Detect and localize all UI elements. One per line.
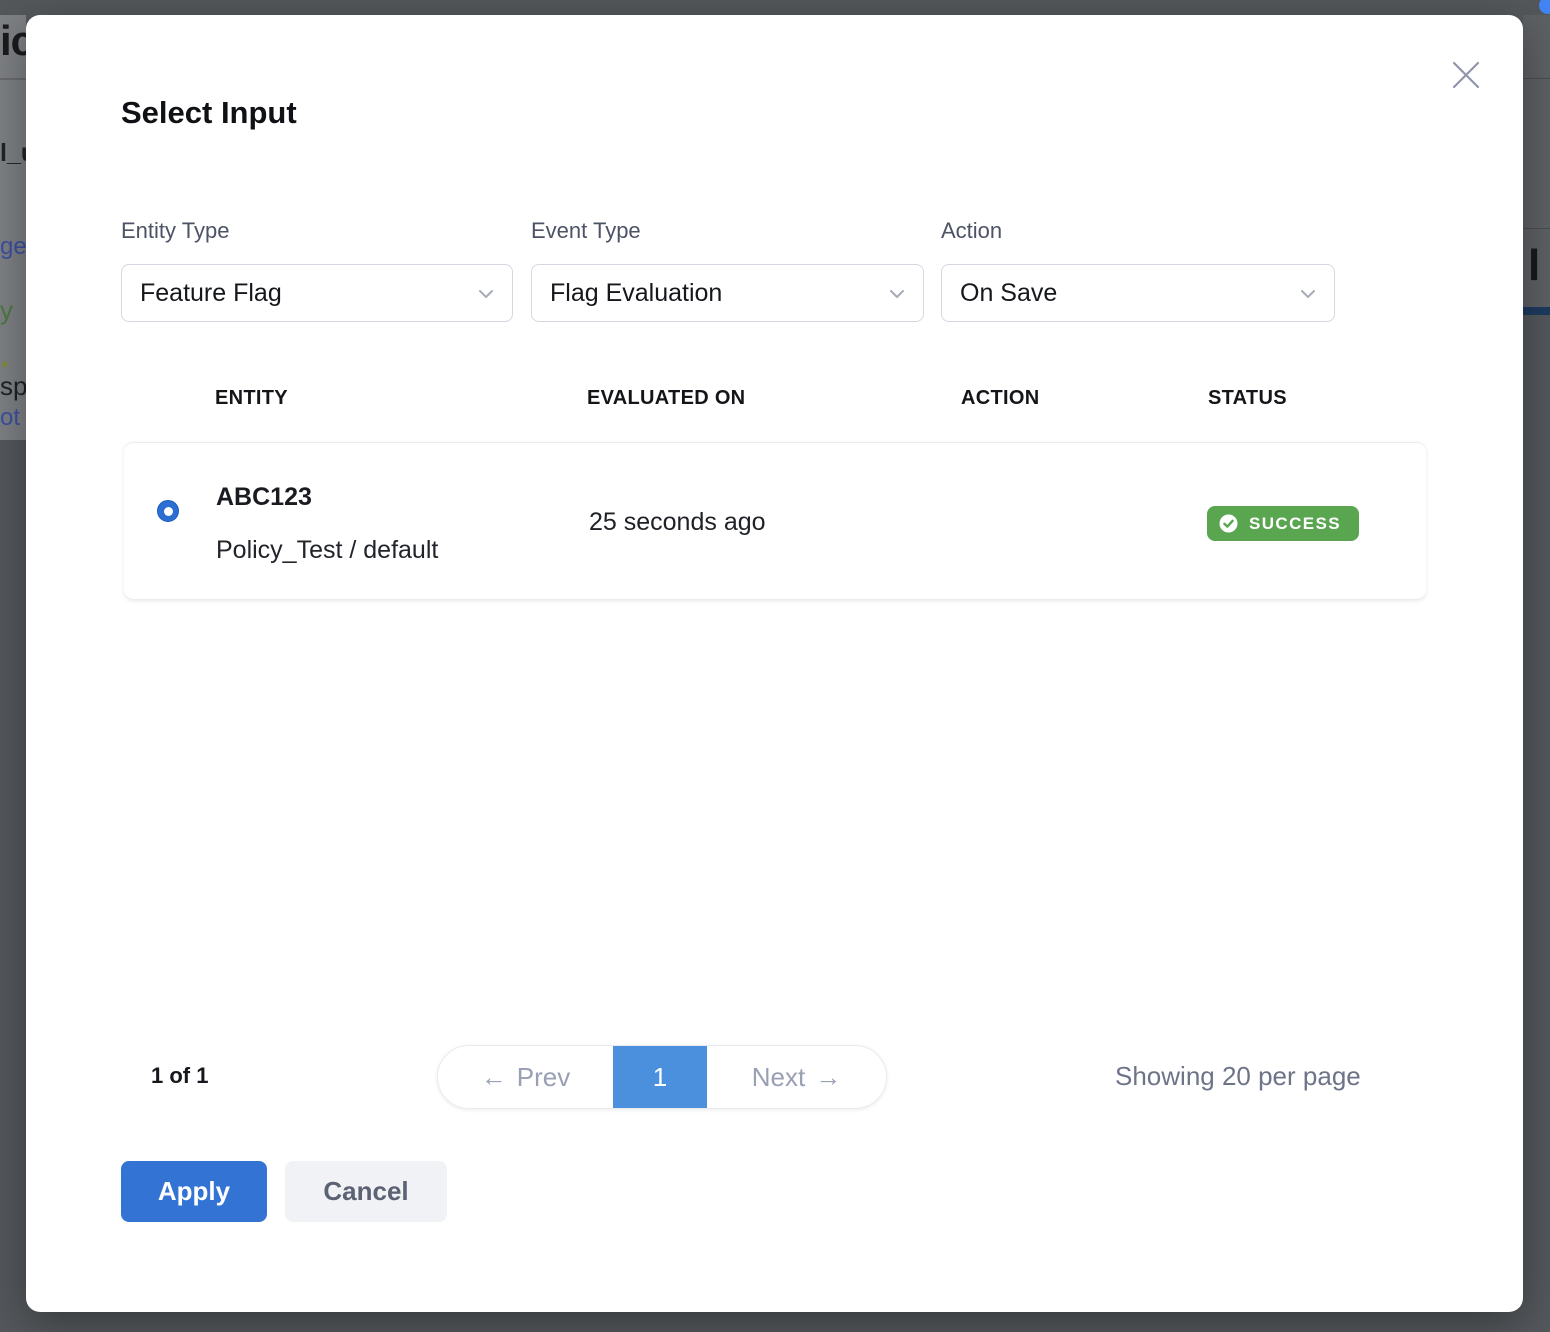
page-count: 1 of 1 xyxy=(151,1063,208,1089)
entity-detail: Policy_Test / default xyxy=(216,536,438,565)
pagination-control: ← Prev 1 Next → xyxy=(437,1045,887,1109)
background-code-fragment: ge xyxy=(0,233,26,261)
background-code-fragment: ot xyxy=(0,404,20,432)
background-divider xyxy=(1523,78,1550,79)
radio-dot xyxy=(164,507,173,516)
event-type-label: Event Type xyxy=(531,218,924,244)
table-row[interactable]: ABC123 Policy_Test / default 25 seconds … xyxy=(124,442,1426,600)
background-help-icon xyxy=(1539,0,1550,14)
prev-label: Prev xyxy=(517,1062,570,1093)
background-heading-fragment: ic xyxy=(0,17,26,65)
apply-button[interactable]: Apply xyxy=(121,1161,267,1222)
evaluated-on-value: 25 seconds ago xyxy=(589,508,766,537)
row-radio-button[interactable] xyxy=(157,500,179,522)
background-code-fragment: sp xyxy=(0,371,26,402)
entity-type-filter: Entity Type Feature Flag xyxy=(121,218,513,322)
background-left-content: ic l_u ge y . sp ot xyxy=(0,15,26,440)
background-right-content: l xyxy=(1523,15,1550,307)
entity-type-label: Entity Type xyxy=(121,218,513,244)
chevron-down-icon xyxy=(889,289,905,299)
background-code-fragment: y xyxy=(0,295,13,326)
background-divider xyxy=(0,78,26,80)
column-header-status: STATUS xyxy=(1208,387,1287,410)
background-divider xyxy=(1523,228,1550,229)
background-text-fragment: l xyxy=(1528,241,1540,291)
screen: ic l_u ge y . sp ot l Select Input Entit… xyxy=(0,0,1550,1332)
entity-name: ABC123 xyxy=(216,483,312,512)
check-circle-icon xyxy=(1219,514,1238,533)
arrow-right-icon: → xyxy=(815,1064,841,1090)
event-type-value: Flag Evaluation xyxy=(550,279,722,308)
background-tab-underline xyxy=(1523,307,1550,315)
action-value: On Save xyxy=(960,279,1057,308)
current-page-button[interactable]: 1 xyxy=(613,1046,707,1108)
per-page-label: Showing 20 per page xyxy=(1115,1061,1361,1092)
modal-title: Select Input xyxy=(121,95,297,131)
event-type-select[interactable]: Flag Evaluation xyxy=(531,264,924,322)
status-text: SUCCESS xyxy=(1249,514,1341,534)
column-header-entity: ENTITY xyxy=(215,387,288,410)
next-label: Next xyxy=(752,1062,805,1093)
background-code-fragment: l_u xyxy=(0,139,26,168)
entity-type-select[interactable]: Feature Flag xyxy=(121,264,513,322)
chevron-down-icon xyxy=(1300,289,1316,299)
background-top-bar xyxy=(0,0,1550,15)
cancel-button[interactable]: Cancel xyxy=(285,1161,447,1222)
entity-type-value: Feature Flag xyxy=(140,279,282,308)
select-input-modal: Select Input Entity Type Feature Flag Ev… xyxy=(26,15,1523,1312)
status-badge: SUCCESS xyxy=(1207,506,1359,541)
column-header-evaluated-on: EVALUATED ON xyxy=(587,387,745,410)
next-page-button[interactable]: Next → xyxy=(707,1046,886,1108)
prev-page-button[interactable]: ← Prev xyxy=(438,1046,613,1108)
arrow-left-icon: ← xyxy=(481,1064,507,1090)
action-label: Action xyxy=(941,218,1335,244)
close-button[interactable] xyxy=(1451,60,1481,90)
column-header-action: ACTION xyxy=(961,387,1039,410)
event-type-filter: Event Type Flag Evaluation xyxy=(531,218,924,322)
close-icon xyxy=(1451,60,1481,90)
chevron-down-icon xyxy=(478,289,494,299)
action-filter: Action On Save xyxy=(941,218,1335,322)
action-select[interactable]: On Save xyxy=(941,264,1335,322)
